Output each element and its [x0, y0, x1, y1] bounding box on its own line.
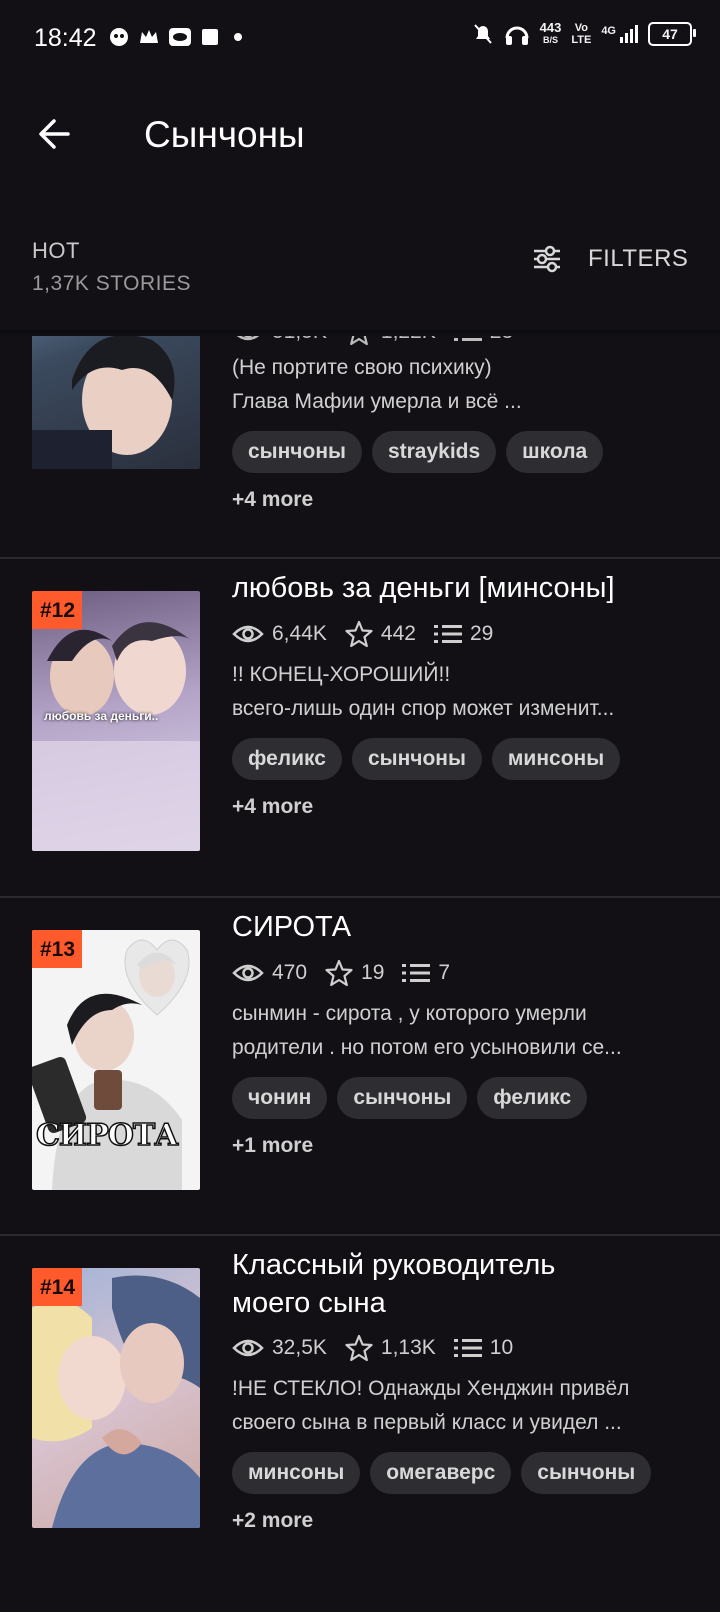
- story-item[interactable]: #12 любовь за деньги.. любовь за деньги …: [0, 559, 720, 897]
- signal-strength-icon: 4G: [601, 25, 638, 43]
- more-tags-link[interactable]: +4 more: [232, 795, 313, 819]
- rank-badge: #13: [32, 930, 83, 968]
- story-cover[interactable]: #14: [32, 1268, 200, 1528]
- back-button[interactable]: [34, 112, 78, 156]
- filters-button[interactable]: FILTERS: [532, 245, 688, 273]
- story-tags: феликс сынчоны минсоны: [232, 738, 621, 780]
- status-bar: 18:42 443 B/S Vo LTE 4G 47: [0, 0, 720, 80]
- story-stats: 6,44K 442 29: [232, 620, 511, 648]
- eye-icon: [232, 1339, 264, 1357]
- sliders-icon: [534, 245, 560, 273]
- crown-icon: [140, 30, 158, 43]
- rank-badge: #14: [32, 1268, 83, 1306]
- story-stats: 470 19 7: [232, 959, 468, 987]
- story-item[interactable]: #13 СИРОТА СИРОТА 470 19 7 сынмин - сиро…: [0, 898, 720, 1236]
- list-icon: [453, 1339, 482, 1357]
- tag-chip[interactable]: сынчоны: [232, 431, 362, 473]
- views-stat: 470: [232, 961, 307, 985]
- status-time: 18:42: [34, 24, 97, 52]
- filters-label: FILTERS: [588, 245, 689, 272]
- tag-chip[interactable]: омегаверс: [370, 1452, 512, 1494]
- volte-indicator: Vo LTE: [571, 22, 592, 46]
- tag-chip[interactable]: сынчоны: [337, 1077, 468, 1119]
- star-icon: [345, 620, 373, 648]
- views-stat: 32,5K: [232, 1336, 327, 1360]
- story-cover[interactable]: #13 СИРОТА: [32, 930, 200, 1190]
- square-notification-icon: [202, 29, 218, 45]
- story-tags: чонин сынчоны феликс: [232, 1077, 588, 1119]
- headphones-icon: [505, 26, 529, 45]
- more-tags-link[interactable]: +1 more: [232, 1134, 313, 1158]
- story-count: 1,37K STORIES: [32, 272, 192, 295]
- tag-chip[interactable]: феликс: [232, 738, 342, 780]
- more-tags-link[interactable]: +4 more: [232, 488, 313, 512]
- star-icon: [325, 959, 353, 987]
- cover-portrait-image: [32, 1275, 200, 1528]
- app-notification-icon: [110, 28, 128, 46]
- sort-label[interactable]: HOT: [32, 238, 80, 264]
- star-icon: [345, 1334, 373, 1362]
- cover-caption: СИРОТА: [35, 1117, 179, 1154]
- cover-portrait-image: [32, 335, 175, 469]
- story-list: 51,5K 1,22K 23 (Не портите свою психику)…: [0, 330, 720, 1612]
- page-title: Сынчоны: [144, 114, 305, 155]
- header-shadow: [0, 330, 720, 336]
- story-stats: 32,5K 1,13K 10: [232, 1334, 531, 1362]
- bell-muted-icon: [473, 24, 492, 44]
- list-icon: [433, 625, 462, 643]
- parts-stat: 29: [433, 622, 493, 646]
- parts-stat: 7: [402, 961, 450, 985]
- tag-chip[interactable]: сынчоны: [521, 1452, 652, 1494]
- votes-stat: 19: [325, 959, 384, 987]
- story-description: (Не портите свою психику) Глава Мафии ум…: [232, 356, 522, 413]
- votes-stat: 1,13K: [345, 1334, 436, 1362]
- story-tags: сынчоны straykids школа: [232, 431, 604, 473]
- story-item[interactable]: #14 Классный руководитель моего сына 32,…: [0, 1236, 720, 1612]
- story-title[interactable]: Классный руководитель моего сына: [232, 1246, 632, 1322]
- more-notifications-dot-icon: [234, 33, 242, 41]
- story-title[interactable]: СИРОТА: [232, 908, 692, 946]
- cover-caption: любовь за деньги..: [44, 709, 159, 723]
- notification-icons: [108, 26, 248, 48]
- parts-stat: 10: [453, 1336, 513, 1360]
- story-tags: минсоны омегаверс сынчоны: [232, 1452, 652, 1494]
- story-cover[interactable]: #12 любовь за деньги..: [32, 591, 200, 851]
- battery-icon: 47: [648, 22, 696, 46]
- system-icons: 443 B/S Vo LTE 4G 47: [472, 20, 696, 46]
- tag-chip[interactable]: минсоны: [491, 738, 621, 780]
- story-description: сынмин - сирота , у которого умерли роди…: [232, 1002, 622, 1059]
- net-speed: 443 B/S: [539, 20, 562, 45]
- votes-stat: 442: [345, 620, 416, 648]
- app-badge-icon: [169, 28, 191, 46]
- eye-icon: [232, 625, 264, 643]
- tag-chip[interactable]: чонин: [232, 1077, 328, 1119]
- story-description: !НЕ СТЕКЛО! Однажды Хенджин привёл своег…: [232, 1377, 630, 1434]
- story-title[interactable]: любовь за деньги [минсоны]: [232, 569, 692, 607]
- story-cover[interactable]: [32, 330, 200, 469]
- eye-icon: [232, 964, 264, 982]
- tag-chip[interactable]: straykids: [371, 431, 497, 473]
- rank-badge: #12: [32, 591, 83, 629]
- tag-chip[interactable]: сынчоны: [351, 738, 482, 780]
- views-stat: 6,44K: [232, 622, 327, 646]
- tag-chip[interactable]: школа: [506, 431, 604, 473]
- more-tags-link[interactable]: +2 more: [232, 1509, 313, 1533]
- tag-chip[interactable]: феликс: [477, 1077, 588, 1119]
- list-icon: [402, 964, 431, 982]
- story-item[interactable]: 51,5K 1,22K 23 (Не портите свою психику)…: [0, 330, 720, 558]
- tag-chip[interactable]: минсоны: [232, 1452, 361, 1494]
- story-description: !! КОНЕЦ-ХОРОШИЙ!! всего-лишь один спор …: [232, 663, 615, 720]
- arrow-left-icon: [39, 119, 70, 149]
